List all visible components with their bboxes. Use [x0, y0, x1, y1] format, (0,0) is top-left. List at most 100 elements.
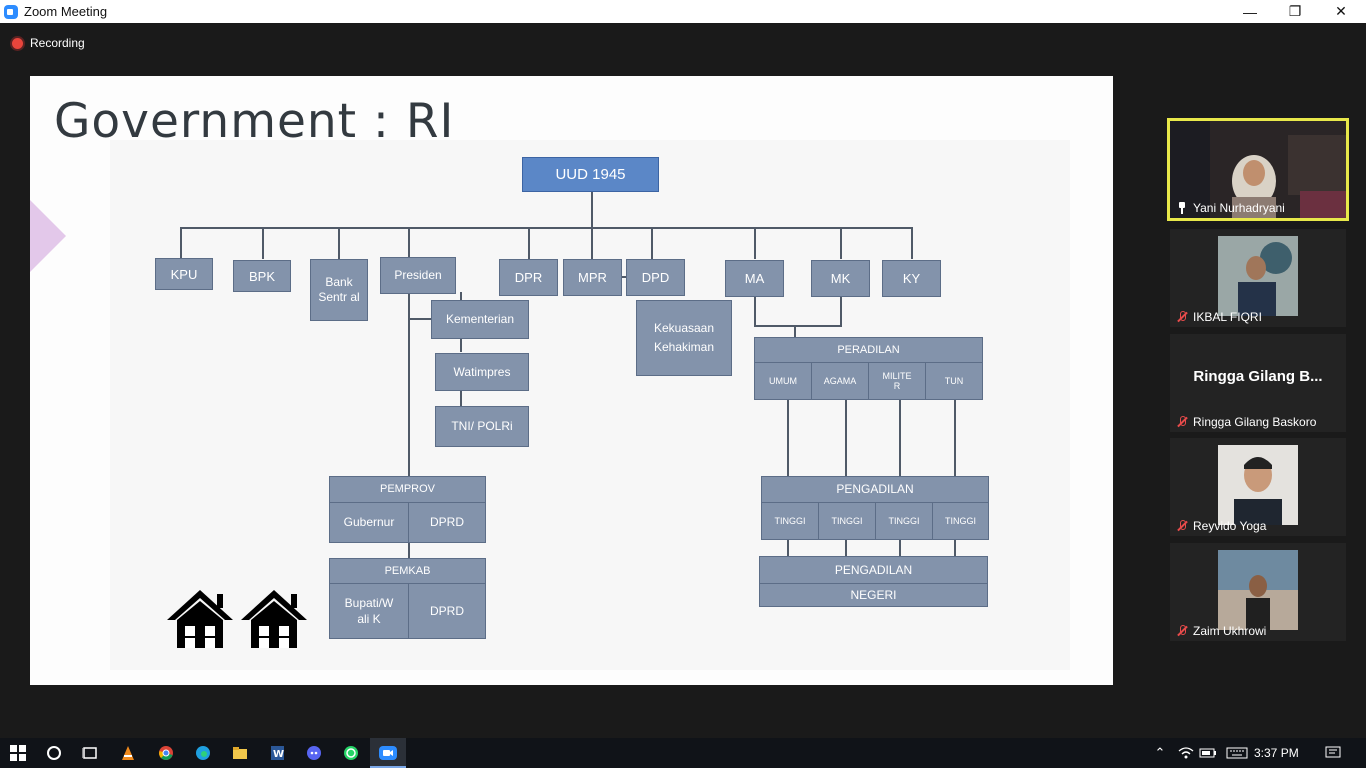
participant-name-label: Yani Nurhadryani: [1193, 201, 1285, 215]
house-icon: [241, 590, 307, 648]
connector-line: [911, 227, 913, 259]
node-mpr: MPR: [563, 259, 622, 296]
cortana-search-icon[interactable]: [44, 743, 64, 763]
windows-taskbar: W ⌃ 3:37 PM: [0, 738, 1366, 768]
node-pengadilan-negeri: PENGADILAN: [759, 556, 988, 584]
wifi-icon[interactable]: [1176, 743, 1196, 763]
recording-indicator[interactable]: Recording: [12, 36, 85, 50]
connector-line: [338, 227, 340, 259]
muted-mic-icon: [1176, 520, 1188, 532]
connector-line: [754, 227, 756, 259]
recording-dot-icon: [12, 37, 23, 49]
keyboard-icon[interactable]: [1225, 743, 1249, 763]
minimize-button[interactable]: —: [1227, 0, 1273, 23]
node-bpk: BPK: [233, 260, 291, 292]
muted-mic-icon: [1176, 311, 1188, 323]
node-pemprov: PEMPROV: [329, 476, 486, 503]
node-dpr: DPR: [499, 259, 558, 296]
whatsapp-icon[interactable]: [341, 743, 361, 763]
participant-tile[interactable]: IKBAL FIQRI: [1170, 229, 1346, 327]
close-button[interactable]: ✕: [1318, 0, 1364, 23]
node-kementerian: Kementerian: [431, 300, 529, 339]
connector-line: [899, 539, 901, 556]
participant-tile[interactable]: Reyvido Yoga: [1170, 438, 1346, 536]
node-gubernur: Gubernur: [329, 502, 409, 543]
chrome-icon[interactable]: [156, 743, 176, 763]
connector-line: [754, 295, 756, 326]
connector-line: [408, 227, 410, 259]
edge-icon[interactable]: [193, 743, 213, 763]
node-tinggi: TINGGI: [875, 502, 933, 540]
connector-line: [262, 227, 264, 259]
vlc-icon[interactable]: [118, 743, 138, 763]
connector-line: [954, 399, 956, 476]
shared-slide: Government : RI UUD 1945 KPU BPK Bank Se…: [30, 76, 1113, 685]
connector-line: [460, 390, 462, 406]
task-view-icon[interactable]: [80, 743, 100, 763]
windows-start-icon[interactable]: [8, 743, 28, 763]
connector-line: [180, 227, 912, 229]
node-peradilan-militer: MILITE R: [868, 362, 926, 400]
participant-avatar: [1218, 550, 1298, 630]
battery-icon[interactable]: [1198, 743, 1218, 763]
connector-line: [840, 227, 842, 259]
node-tinggi: TINGGI: [932, 502, 989, 540]
meeting-area: Recording Government : RI UUD 1945 KPU B…: [0, 23, 1366, 738]
node-negeri: NEGERI: [759, 583, 988, 607]
muted-mic-icon: [1176, 416, 1188, 428]
connector-line: [794, 325, 796, 337]
participant-display-name: Ringga Gilang B...: [1193, 368, 1323, 385]
connector-line: [408, 542, 410, 558]
file-explorer-icon[interactable]: [230, 743, 250, 763]
participant-tile[interactable]: Zaim Ukhrowi: [1170, 543, 1346, 641]
restore-button[interactable]: ❐: [1272, 0, 1318, 23]
node-bank-sentral: Bank Sentr al: [310, 259, 368, 321]
node-uud-1945: UUD 1945: [522, 157, 659, 192]
node-bupati-walikota: Bupati/W ali K: [329, 583, 409, 639]
participant-name: Reyvido Yoga: [1176, 519, 1266, 533]
zoom-taskbar-icon[interactable]: [378, 743, 398, 763]
node-peradilan: PERADILAN: [754, 337, 983, 363]
node-ma: MA: [725, 260, 784, 297]
notifications-icon[interactable]: [1323, 743, 1343, 763]
participant-tile[interactable]: Ringga Gilang B... Ringga Gilang Baskoro: [1170, 334, 1346, 432]
connector-line: [180, 227, 182, 259]
window-title: Zoom Meeting: [24, 4, 108, 19]
participant-avatar: [1218, 236, 1298, 316]
connector-line: [954, 539, 956, 556]
node-mk: MK: [811, 260, 870, 297]
connector-line: [899, 399, 901, 476]
node-tinggi: TINGGI: [818, 502, 876, 540]
node-peradilan-tun: TUN: [925, 362, 983, 400]
node-kpu: KPU: [155, 258, 213, 290]
svg-text:W: W: [273, 749, 284, 760]
taskbar-clock[interactable]: 3:37 PM: [1254, 746, 1299, 760]
participant-name-label: IKBAL FIQRI: [1193, 310, 1262, 324]
node-kekuasaan-kehakiman: Kekuasaan Kehakiman: [636, 300, 732, 376]
participant-name-label: Zaim Ukhrowi: [1193, 624, 1267, 638]
recording-label: Recording: [30, 36, 85, 50]
participant-name: Yani Nurhadryani: [1176, 201, 1285, 215]
participant-avatar: [1218, 445, 1298, 525]
discord-icon[interactable]: [304, 743, 324, 763]
connector-line: [787, 539, 789, 556]
connector-line: [591, 227, 593, 259]
node-tinggi: TINGGI: [761, 502, 819, 540]
node-peradilan-agama: AGAMA: [811, 362, 869, 400]
connector-line: [651, 227, 653, 259]
participant-name-label: Ringga Gilang Baskoro: [1193, 415, 1317, 429]
node-dprd-provinsi: DPRD: [408, 502, 486, 543]
node-presiden: Presiden: [380, 257, 456, 294]
connector-line: [591, 191, 593, 227]
zoom-app-icon: [4, 4, 18, 19]
word-icon[interactable]: W: [267, 743, 287, 763]
connector-line: [408, 318, 432, 320]
connector-line: [460, 337, 462, 352]
participant-name: Zaim Ukhrowi: [1176, 624, 1266, 638]
participant-tile-active[interactable]: Yani Nurhadryani: [1167, 118, 1349, 221]
connector-line: [528, 227, 530, 259]
node-watimpres: Watimpres: [435, 353, 529, 391]
chevron-up-icon[interactable]: ⌃: [1150, 743, 1170, 763]
connector-line: [845, 399, 847, 476]
connector-line: [845, 539, 847, 556]
